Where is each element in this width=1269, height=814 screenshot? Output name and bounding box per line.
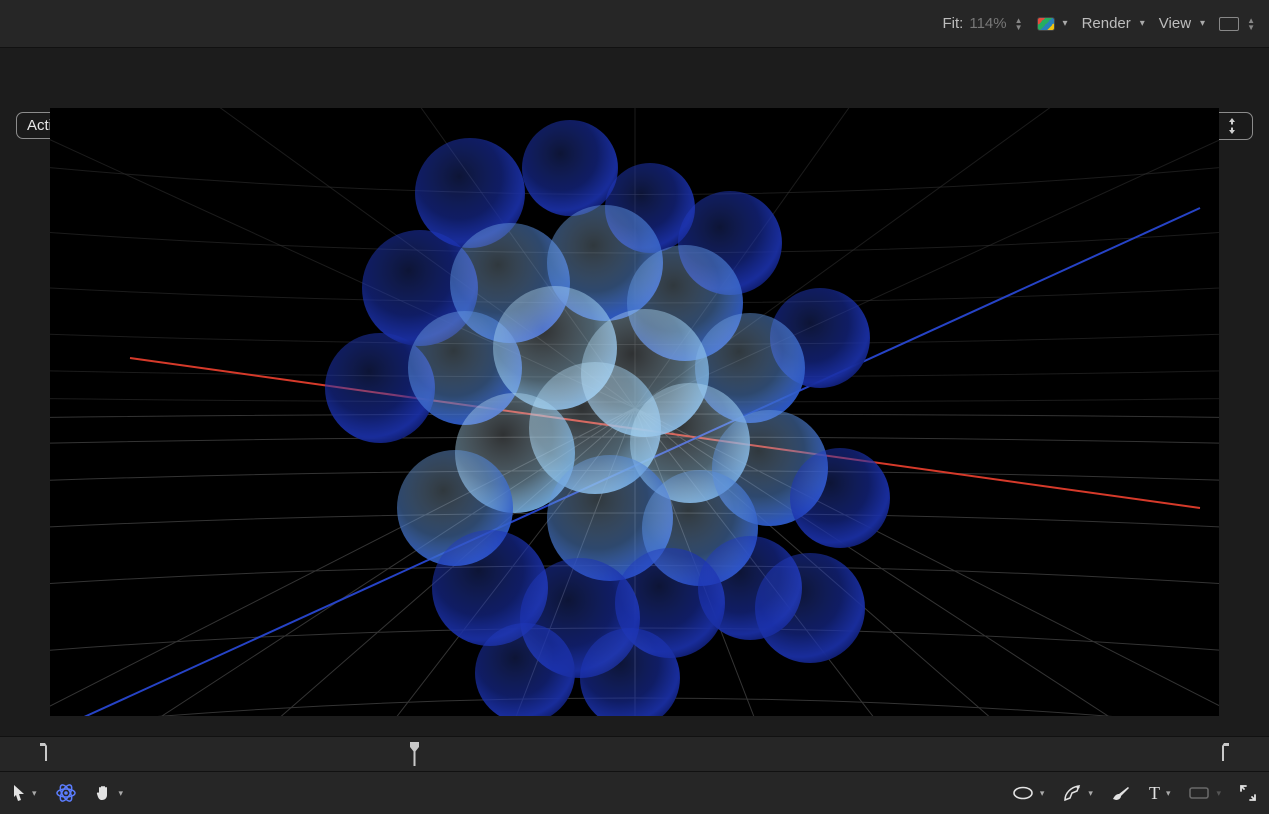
chevron-down-icon: ▾ (1040, 788, 1045, 799)
chevron-down-icon: ▾ (1166, 788, 1171, 799)
scene-render (50, 108, 1219, 716)
pen-tool[interactable]: ▾ (1062, 784, 1093, 802)
view-label: View (1159, 15, 1191, 32)
chevron-down-icon: ▾ (1063, 18, 1068, 29)
stepper-icon: ▲▼ (1015, 17, 1023, 31)
shape-tool[interactable]: ▾ (1012, 786, 1045, 800)
canvas-viewport[interactable] (50, 108, 1219, 716)
chevron-down-icon: ▾ (32, 788, 37, 799)
in-point-marker[interactable] (40, 743, 47, 761)
canvas-tools-toolbar: ▾ ▾ ▾ ▾ T ▾ (0, 772, 1269, 814)
arrow-cursor-icon (12, 784, 26, 802)
chevron-down-icon: ▾ (1200, 18, 1205, 29)
pen-icon (1062, 784, 1082, 802)
out-point-marker[interactable] (1222, 743, 1229, 761)
viewport-layout-menu[interactable]: ▲▼ (1219, 17, 1255, 31)
color-channels-menu[interactable]: ▾ (1037, 17, 1068, 31)
text-tool[interactable]: T ▾ (1149, 783, 1171, 804)
chevron-down-icon: ▾ (1216, 788, 1221, 799)
brush-icon (1111, 785, 1131, 801)
mask-tool: ▾ (1188, 786, 1221, 800)
expand-icon (1239, 784, 1257, 802)
chevron-down-icon: ▾ (1088, 788, 1093, 799)
chevron-down-icon: ▾ (119, 788, 124, 799)
ellipse-icon (1012, 786, 1034, 800)
dolly-icon (1225, 117, 1239, 135)
hand-tool[interactable]: ▾ (95, 784, 124, 802)
render-label: Render (1082, 15, 1131, 32)
brush-tool[interactable] (1111, 785, 1131, 801)
viewport-layout-icon (1219, 17, 1239, 31)
text-icon: T (1149, 783, 1160, 804)
playhead[interactable] (409, 742, 420, 766)
stepper-icon: ▲▼ (1247, 17, 1255, 31)
chevron-down-icon: ▾ (1140, 18, 1145, 29)
color-swatch-icon (1037, 17, 1055, 31)
canvas-area: Active Camera ⌄ (0, 48, 1269, 736)
fit-zoom-control[interactable]: Fit: 114% ▲▼ (943, 15, 1023, 32)
viewer-top-toolbar: Fit: 114% ▲▼ ▾ Render ▾ View ▾ ▲▼ (0, 0, 1269, 48)
fit-label: Fit: (943, 15, 964, 32)
rectangle-icon (1188, 786, 1210, 800)
select-tool[interactable]: ▾ (12, 784, 37, 802)
fit-value: 114% (969, 15, 1006, 32)
fullscreen-toggle[interactable] (1239, 784, 1257, 802)
replicator-bubbles (325, 120, 890, 716)
hand-icon (95, 784, 113, 802)
view-menu[interactable]: View ▾ (1159, 15, 1205, 32)
play-range-strip[interactable] (0, 736, 1269, 772)
render-menu[interactable]: Render ▾ (1082, 15, 1145, 32)
3d-transform-tool[interactable] (55, 783, 77, 803)
atom-icon (55, 783, 77, 803)
